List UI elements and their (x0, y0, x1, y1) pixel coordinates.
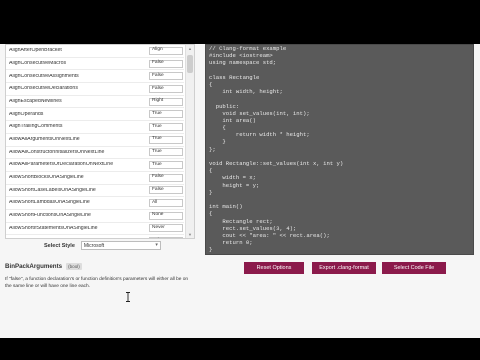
option-row: AllowShortLambdasOnASingleLine All (6, 197, 184, 210)
option-row: AllowShortBlocksOnASingleLine False (6, 172, 184, 185)
options-list: AlignAfterOpenBracket Align AlignConsecuti… (6, 45, 184, 238)
code-line: } (209, 188, 213, 196)
code-line: } (209, 246, 213, 254)
code-line: width = x; (209, 174, 256, 182)
option-name: AlignOperands (9, 111, 44, 117)
description-title: BinPackArguments (bool) (5, 263, 82, 270)
option-row: AlignEscapedNewlines Right (6, 96, 184, 109)
option-row: AllowShortLoopsOnASingleLineFalse (6, 235, 184, 238)
code-line: cout << "area: " << rect.area(); (209, 231, 330, 239)
option-name: AllowAllParametersOfDeclarationOnNextLin… (9, 162, 114, 168)
code-line: using namespace std; (209, 59, 277, 67)
export-clang-format-button[interactable]: Export .clang-format (312, 262, 376, 274)
style-select-value: Microsoft (83, 242, 105, 249)
code-line: { (209, 210, 213, 218)
option-row: AllowShortCaseLabelsOnASingleLine False (6, 185, 184, 198)
options-scrollbar[interactable]: ▲ ▼ (185, 45, 194, 238)
code-line: int area() (209, 116, 256, 124)
text-cursor-icon (126, 292, 130, 302)
option-value-select[interactable]: True (149, 110, 183, 119)
option-value-select[interactable]: None (149, 211, 183, 220)
option-value-select[interactable]: False (149, 84, 183, 93)
code-line: }; (209, 145, 216, 153)
option-name: AlignConsecutiveDeclarations (9, 86, 78, 92)
option-value-select[interactable]: True (149, 122, 183, 131)
description-text: If "false", a function declaration's or … (5, 277, 189, 289)
code-line: int width, height; (209, 88, 283, 96)
code-line: } (209, 138, 226, 146)
option-name: AllowShortCaseLabelsOnASingleLine (9, 187, 96, 193)
code-line: { (209, 167, 213, 175)
option-row: AllowAllParametersOfDeclarationOnNextLin… (6, 159, 184, 172)
option-name: AlignTrailingComments (9, 124, 63, 130)
code-line: void Rectangle::set_values(int x, int y) (209, 160, 344, 167)
option-name: AllowShortFunctionsOnASingleLine (9, 213, 91, 219)
option-row: AlignConsecutiveMacros False (6, 58, 184, 71)
arrow-down-icon[interactable]: ▼ (187, 232, 193, 237)
code-line: return 0; (209, 239, 253, 247)
scroll-thumb[interactable] (187, 55, 193, 73)
option-value-select[interactable]: False (149, 72, 183, 81)
style-row: Select Style Microsoft ▾ (44, 241, 161, 250)
option-row: AllowShortFunctionsOnASingleLine None (6, 210, 184, 223)
option-value-select[interactable]: True (149, 161, 183, 170)
option-name: AllowShortIfStatementsOnASingleLine (9, 225, 98, 231)
chevron-down-icon: ▾ (155, 242, 158, 248)
code-line: // Clang-format example (209, 45, 287, 52)
option-row: AllowAllArgumentsOnNextLine True (6, 134, 184, 147)
option-name: AllowAllArgumentsOnNextLine (9, 137, 80, 143)
option-row: AllowShortIfStatementsOnASingleLine Never (6, 223, 184, 236)
options-table: AlignAfterOpenBracket Align AlignConsecuti… (5, 44, 195, 239)
code-line: Rectangle rect; (209, 217, 273, 225)
option-value-select[interactable]: False (149, 186, 183, 195)
code-line: public: (209, 102, 240, 110)
option-row: AlignConsecutiveDeclarations False (6, 83, 184, 96)
letterbox-top (0, 0, 480, 44)
option-value-select[interactable]: Align (149, 46, 183, 55)
option-name: AllowShortBlocksOnASingleLine (9, 175, 84, 181)
code-line: #include <iostream> (209, 52, 273, 60)
option-row: AlignConsecutiveAssignments False (6, 70, 184, 84)
option-row: AllowAllConstructorInitializersOnNextLin… (6, 147, 184, 160)
option-value-select[interactable]: Never (149, 224, 183, 233)
select-code-file-button[interactable]: Select Code File (382, 262, 446, 274)
code-line: height = y; (209, 181, 260, 189)
option-value-select[interactable]: True (149, 135, 183, 144)
code-line: { (209, 124, 226, 132)
style-select[interactable]: Microsoft ▾ (80, 241, 161, 250)
option-value-select[interactable]: Right (149, 97, 183, 106)
option-name: AllowShortLambdasOnASingleLine (9, 200, 90, 206)
option-value-select[interactable]: True (149, 148, 183, 157)
option-name: AlignAfterOpenBracket (9, 48, 62, 54)
letterbox-bottom (0, 338, 480, 360)
code-line: int main() (209, 203, 243, 211)
option-name: AlignEscapedNewlines (9, 98, 62, 104)
option-value-select[interactable]: False (149, 59, 183, 68)
code-line: void set_values(int, int); (209, 109, 310, 117)
arrow-up-icon[interactable]: ▲ (187, 46, 193, 51)
option-name: BinPackArguments (5, 263, 63, 270)
option-value-select[interactable]: False (149, 173, 183, 182)
code-line: rect.set_values(3, 4); (209, 224, 297, 232)
reset-options-button[interactable]: Reset Options (244, 262, 304, 274)
option-row: AlignOperands True (6, 108, 184, 122)
code-line: return width * height; (209, 131, 310, 139)
type-badge: (bool) (66, 263, 82, 270)
option-name: AllowAllConstructorInitializersOnNextLin… (9, 149, 105, 155)
option-row: AlignTrailingComments True (6, 121, 184, 134)
option-row: AlignAfterOpenBracket Align (6, 45, 184, 58)
option-name: AlignConsecutiveMacros (9, 60, 67, 66)
option-value-select[interactable]: All (149, 199, 183, 208)
select-style-label: Select Style (44, 242, 75, 249)
code-line: class Rectangle (209, 73, 260, 81)
code-line: { (209, 80, 213, 88)
code-preview[interactable]: // Clang-format example #include <iostrea… (205, 44, 474, 255)
option-value-select[interactable]: False (149, 237, 183, 238)
option-name: AlignConsecutiveAssignments (9, 73, 79, 79)
